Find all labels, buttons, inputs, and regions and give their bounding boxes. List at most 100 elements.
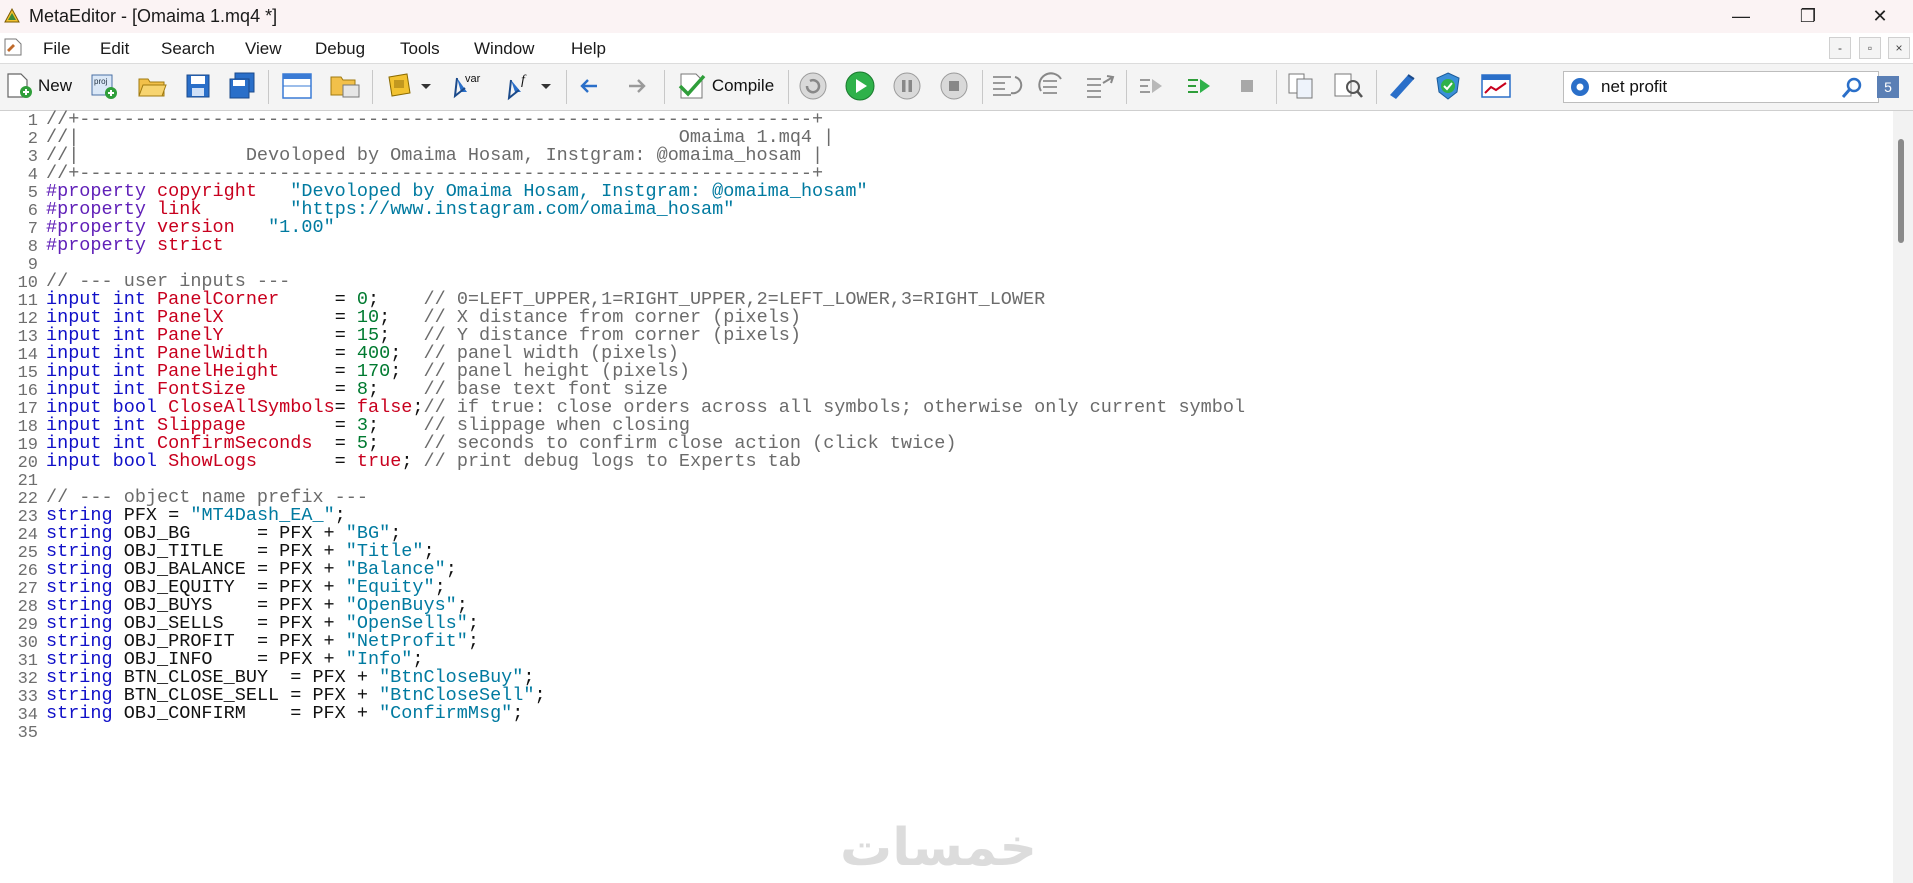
- forward-button[interactable]: [618, 68, 654, 104]
- chevron-down-icon: [541, 84, 551, 89]
- folder-tools-icon: [330, 76, 360, 98]
- start-debug-button[interactable]: [841, 68, 879, 104]
- mdi-restore-button[interactable]: ▫: [1859, 37, 1881, 59]
- line-number: 3: [27, 148, 38, 167]
- new-button[interactable]: New: [2, 68, 74, 104]
- profile-start-button[interactable]: [1132, 68, 1170, 104]
- line-number: 29: [17, 616, 38, 635]
- search-input[interactable]: net profit: [1601, 77, 1667, 97]
- arrow-right-icon: [629, 79, 646, 93]
- pause-debug-button[interactable]: [888, 68, 926, 104]
- variable-icon: var: [453, 73, 481, 99]
- code-token: =: [256, 451, 357, 472]
- toolbox-button[interactable]: [326, 68, 364, 104]
- save-button[interactable]: [180, 68, 216, 104]
- line-number: 9: [27, 256, 38, 275]
- profile-stop-button[interactable]: [1228, 68, 1266, 104]
- insert-function-button[interactable]: f: [500, 68, 558, 104]
- line-number: 24: [17, 526, 38, 545]
- step-out-icon: [1087, 75, 1115, 98]
- find-in-files-button[interactable]: [1328, 68, 1368, 104]
- navigator-button[interactable]: [278, 68, 316, 104]
- step-over-icon: [1038, 72, 1062, 94]
- line-number: 2: [27, 130, 38, 149]
- profile-real-button[interactable]: [1180, 68, 1218, 104]
- line-number: 22: [17, 490, 38, 509]
- step-out-button[interactable]: [1080, 68, 1120, 104]
- open-button[interactable]: [134, 68, 170, 104]
- navigator-window-icon: [282, 73, 312, 99]
- back-button[interactable]: [572, 68, 608, 104]
- menu-tools[interactable]: Tools: [400, 39, 440, 59]
- line-number: 23: [17, 508, 38, 527]
- compile-button[interactable]: Compile: [670, 68, 780, 104]
- comb-icon: [1390, 74, 1415, 99]
- menu-window[interactable]: Window: [474, 39, 534, 59]
- line-number: 7: [27, 220, 38, 239]
- mdi-minimize-button[interactable]: -: [1829, 37, 1851, 59]
- new-file-icon: [7, 73, 32, 98]
- chart-window-icon: [1481, 74, 1511, 98]
- shield-check-icon: [1436, 72, 1460, 100]
- scrollbar-thumb[interactable]: [1898, 139, 1904, 243]
- document-icon[interactable]: [2, 36, 24, 58]
- step-over-button[interactable]: [1032, 68, 1072, 104]
- signals-button[interactable]: [1428, 68, 1468, 104]
- copy-button[interactable]: [1282, 68, 1320, 104]
- line-number: 35: [17, 724, 38, 743]
- code-editor[interactable]: 1 2 3 4 5 6 7 8 9 10 11 12 13 14 15 16 17 18 19 20 21 22 23 24 2…: [0, 109, 1893, 883]
- insert-variable-button[interactable]: var: [450, 68, 490, 104]
- menu-file[interactable]: File: [43, 39, 70, 59]
- line-number: 11: [17, 292, 38, 311]
- close-button[interactable]: ✕: [1852, 0, 1908, 33]
- search-options-gear-icon[interactable]: [1567, 74, 1593, 100]
- line-number: 15: [17, 364, 38, 383]
- market-button[interactable]: [1382, 68, 1422, 104]
- restart-icon: [799, 72, 827, 100]
- open-folder-icon: [138, 78, 167, 97]
- step-into-button[interactable]: [986, 68, 1026, 104]
- toolbar-separator: [566, 70, 567, 104]
- styler-button[interactable]: [380, 68, 438, 104]
- line-number: 4: [27, 166, 38, 185]
- toolbar-separator: [982, 70, 983, 104]
- minimize-button[interactable]: —: [1713, 0, 1769, 33]
- menu-debug[interactable]: Debug: [315, 39, 365, 59]
- menu-search[interactable]: Search: [161, 39, 215, 59]
- menu-view[interactable]: View: [245, 39, 282, 59]
- code-line[interactable]: input bool ShowLogs = true; // print deb…: [46, 451, 801, 472]
- code-token: // print debug logs to Experts tab: [423, 451, 801, 472]
- maximize-button[interactable]: ❐: [1780, 0, 1836, 33]
- mdi-close-button[interactable]: ×: [1888, 37, 1910, 59]
- code-line[interactable]: string OBJ_CONFIRM = PFX + "ConfirmMsg";: [46, 703, 523, 724]
- line-number: 34: [17, 706, 38, 725]
- menu-edit[interactable]: Edit: [100, 39, 129, 59]
- code-token: true: [356, 451, 402, 472]
- window-title: MetaEditor - [Omaima 1.mq4 *]: [29, 6, 278, 26]
- metaeditor-app-icon: [4, 7, 20, 23]
- line-number: 16: [17, 382, 38, 401]
- svg-text:f: f: [521, 73, 527, 88]
- find-in-files-icon: [1334, 73, 1363, 98]
- save-all-button[interactable]: [224, 68, 260, 104]
- save-all-icon: [229, 72, 255, 99]
- code-token: "1.00": [268, 217, 335, 238]
- line-number: 31: [17, 652, 38, 671]
- code-token: bool: [112, 451, 169, 472]
- menu-help[interactable]: Help: [571, 39, 606, 59]
- terminal-button[interactable]: [1476, 68, 1516, 104]
- line-number: 21: [17, 472, 38, 491]
- code-line[interactable]: #property strict: [46, 235, 224, 256]
- stop-debug-button[interactable]: [935, 68, 973, 104]
- line-number: 18: [17, 418, 38, 437]
- restart-debug-button[interactable]: [794, 68, 832, 104]
- search-icon[interactable]: [1840, 76, 1864, 100]
- line-number: 5: [27, 184, 38, 203]
- stop-icon: [940, 72, 968, 100]
- search-results-badge[interactable]: 5: [1877, 76, 1899, 98]
- new-project-button[interactable]: proj: [86, 68, 122, 104]
- line-number-gutter: 1 2 3 4 5 6 7 8 9 10 11 12 13 14 15 16 17 18 19 20 21 22 23 24 2…: [0, 111, 40, 883]
- line-number: 13: [17, 328, 38, 347]
- toolbar-separator: [788, 70, 789, 104]
